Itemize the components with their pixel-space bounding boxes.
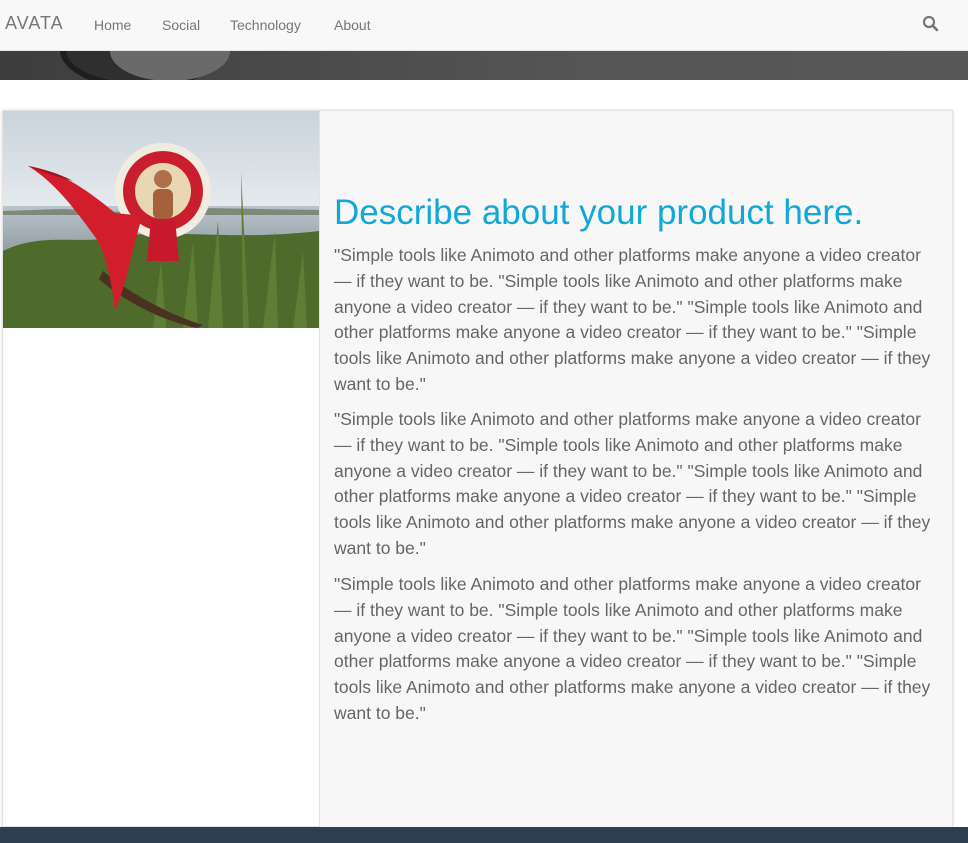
hero-banner-image: [0, 51, 968, 80]
brand-logo[interactable]: AVATA: [5, 13, 64, 34]
product-paragraph-2: "Simple tools like Animoto and other pla…: [334, 409, 931, 558]
search-icon[interactable]: [922, 15, 940, 33]
top-navbar: AVATA Home Social Technology About: [0, 0, 968, 51]
product-image: [3, 111, 319, 328]
nav-link-home[interactable]: Home: [94, 17, 131, 33]
product-heading: Describe about your product here.: [334, 193, 864, 232]
footer-bar: [0, 827, 968, 843]
product-paragraph-3: "Simple tools like Animoto and other pla…: [334, 574, 931, 723]
nav-link-about[interactable]: About: [334, 17, 371, 33]
nav-link-social[interactable]: Social: [162, 17, 200, 33]
product-paragraph-1: "Simple tools like Animoto and other pla…: [334, 245, 931, 394]
nav-link-technology[interactable]: Technology: [230, 17, 301, 33]
